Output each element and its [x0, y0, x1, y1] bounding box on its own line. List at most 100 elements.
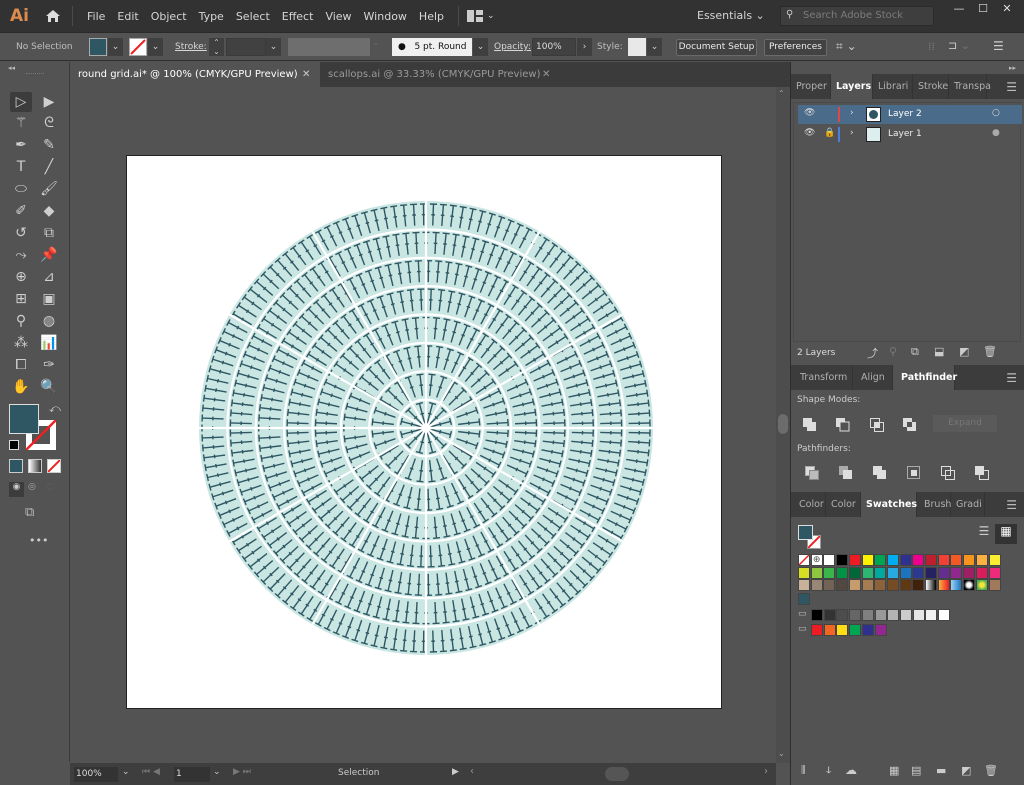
swatch[interactable] — [798, 554, 810, 566]
divide-icon[interactable] — [805, 466, 819, 480]
tab-color-guide[interactable]: Color — [826, 492, 861, 517]
locate-object-icon[interactable]: ⚲ — [889, 345, 897, 358]
swatch[interactable] — [798, 566, 810, 579]
visibility-eye-icon[interactable]: 👁 — [804, 128, 815, 138]
swatch[interactable] — [925, 566, 937, 579]
swatch-libraries-icon[interactable]: ⫼ — [801, 765, 806, 776]
swatch[interactable] — [899, 566, 912, 579]
tab-transparency[interactable]: Transpa — [949, 74, 991, 99]
close-button[interactable]: ✕ — [994, 2, 1020, 18]
swatch-bright[interactable] — [811, 624, 823, 636]
layer-row-layer-1[interactable]: 👁 🔒 › Layer 1 ● — [798, 125, 1022, 144]
swatch[interactable] — [975, 579, 988, 592]
crop-icon[interactable] — [907, 466, 921, 480]
swatch-gray[interactable] — [912, 609, 925, 621]
intersect-icon[interactable] — [870, 418, 884, 432]
trim-icon[interactable] — [839, 466, 853, 480]
minimize-button[interactable]: — — [946, 2, 972, 18]
swatch[interactable] — [950, 554, 963, 566]
swatch-gray[interactable] — [836, 609, 849, 621]
artboard-dropdown[interactable]: ⌄ — [213, 767, 221, 777]
swatch[interactable] — [988, 579, 1001, 592]
delete-swatch-icon[interactable]: 🗑 — [984, 764, 998, 777]
tab-layers[interactable]: Layers — [831, 74, 873, 99]
vertical-scrollbar[interactable]: ⌃ ⌄ — [776, 87, 790, 763]
delete-layer-icon[interactable]: 🗑 — [983, 345, 997, 358]
swatch[interactable] — [848, 579, 861, 592]
search-stock-input[interactable]: ⚲ Search Adobe Stock — [780, 6, 934, 26]
swatch[interactable] — [912, 579, 925, 592]
tab-pathfinder[interactable]: Pathfinder — [893, 365, 957, 390]
tab-brushes[interactable]: Brush — [917, 492, 951, 517]
swatch[interactable] — [950, 566, 963, 579]
swatch-gray[interactable] — [887, 609, 900, 621]
swatch[interactable] — [874, 554, 887, 566]
swatch-gray[interactable] — [811, 609, 823, 621]
swatch[interactable] — [848, 554, 861, 566]
swatch[interactable]: ⊕ — [810, 554, 823, 566]
swatch[interactable] — [861, 554, 874, 566]
tab-properties[interactable]: Proper — [791, 74, 831, 99]
clipping-mask-icon[interactable]: ⧉ — [911, 345, 919, 359]
collect-export-icon[interactable]: ⤴ — [867, 345, 878, 361]
layer-name[interactable]: Layer 2 — [888, 109, 922, 119]
target-circle-icon[interactable]: ○ — [992, 108, 1000, 118]
swatch-gray[interactable] — [823, 609, 836, 621]
swatch-options-icon[interactable]: ▤ — [911, 764, 921, 777]
swatch-bright[interactable] — [874, 624, 887, 636]
swatch[interactable] — [861, 579, 874, 592]
status-menu-arrow[interactable]: ▶ — [452, 767, 459, 777]
swatch[interactable] — [836, 566, 849, 579]
swatch[interactable] — [899, 554, 912, 566]
grid-view-icon[interactable]: ▦ — [995, 524, 1017, 544]
panel-menu-icon[interactable]: ☰ — [1006, 498, 1017, 512]
swatch[interactable] — [874, 579, 887, 592]
expand-button[interactable]: Expand — [933, 415, 997, 432]
swatch[interactable] — [988, 566, 1001, 579]
new-color-group-icon[interactable]: ▬ — [936, 764, 946, 777]
control-menu-icon[interactable]: ☰ — [993, 39, 1004, 53]
swatch-gray[interactable] — [861, 609, 874, 621]
list-view-icon[interactable]: ☰ — [973, 524, 995, 544]
minus-front-icon[interactable] — [836, 418, 850, 432]
unite-icon[interactable] — [803, 418, 817, 432]
swatch-gray[interactable] — [874, 609, 887, 621]
horizontal-scroll-thumb[interactable] — [605, 767, 629, 781]
swatch-bright[interactable] — [849, 624, 862, 636]
swatch-bright[interactable] — [836, 624, 849, 636]
swatch-bright[interactable] — [823, 624, 836, 636]
swatch[interactable] — [912, 554, 925, 566]
target-circle-icon[interactable]: ● — [992, 128, 1000, 138]
swatch[interactable] — [963, 579, 976, 592]
swatch[interactable] — [899, 579, 912, 592]
swatch-gray[interactable] — [849, 609, 862, 621]
swatch[interactable] — [836, 554, 849, 566]
swatch[interactable] — [886, 566, 899, 579]
swatch[interactable] — [988, 554, 1001, 566]
layer-row-layer-2[interactable]: 👁 › Layer 2 ○ — [798, 105, 1022, 124]
tab-color[interactable]: Color — [791, 492, 826, 517]
swatch[interactable] — [823, 566, 836, 579]
swatch[interactable] — [861, 566, 874, 579]
tab-stroke[interactable]: Stroke — [913, 74, 949, 99]
swatch-kind-icon[interactable]: ↆ — [826, 765, 831, 776]
new-sublayer-icon[interactable]: ⬓ — [934, 345, 944, 358]
swatch[interactable] — [810, 579, 823, 592]
expand-chevron-icon[interactable]: › — [850, 108, 854, 118]
swatch-gray[interactable] — [925, 609, 938, 621]
show-swatch-kinds-icon[interactable]: ▦ — [889, 764, 899, 777]
swatch[interactable] — [810, 566, 823, 579]
swatch-gray[interactable] — [899, 609, 912, 621]
new-swatch-icon[interactable]: ◩ — [961, 764, 971, 777]
swatch[interactable] — [912, 566, 925, 579]
swatch-bright[interactable] — [861, 624, 874, 636]
zoom-dropdown[interactable]: ⌄ — [122, 767, 130, 777]
expand-chevron-icon[interactable]: › — [850, 128, 854, 138]
tab-gradient[interactable]: Gradi — [951, 492, 985, 517]
isolate-icon[interactable]: ⊐ ⌄ — [948, 39, 970, 52]
swatch[interactable] — [925, 554, 937, 566]
select-similar-icon[interactable]: ⌗ ⌄ — [836, 39, 857, 54]
tab-swatches[interactable]: Swatches — [861, 492, 917, 517]
swatch[interactable] — [848, 566, 861, 579]
artboard-number-input[interactable]: 1 — [174, 767, 210, 782]
